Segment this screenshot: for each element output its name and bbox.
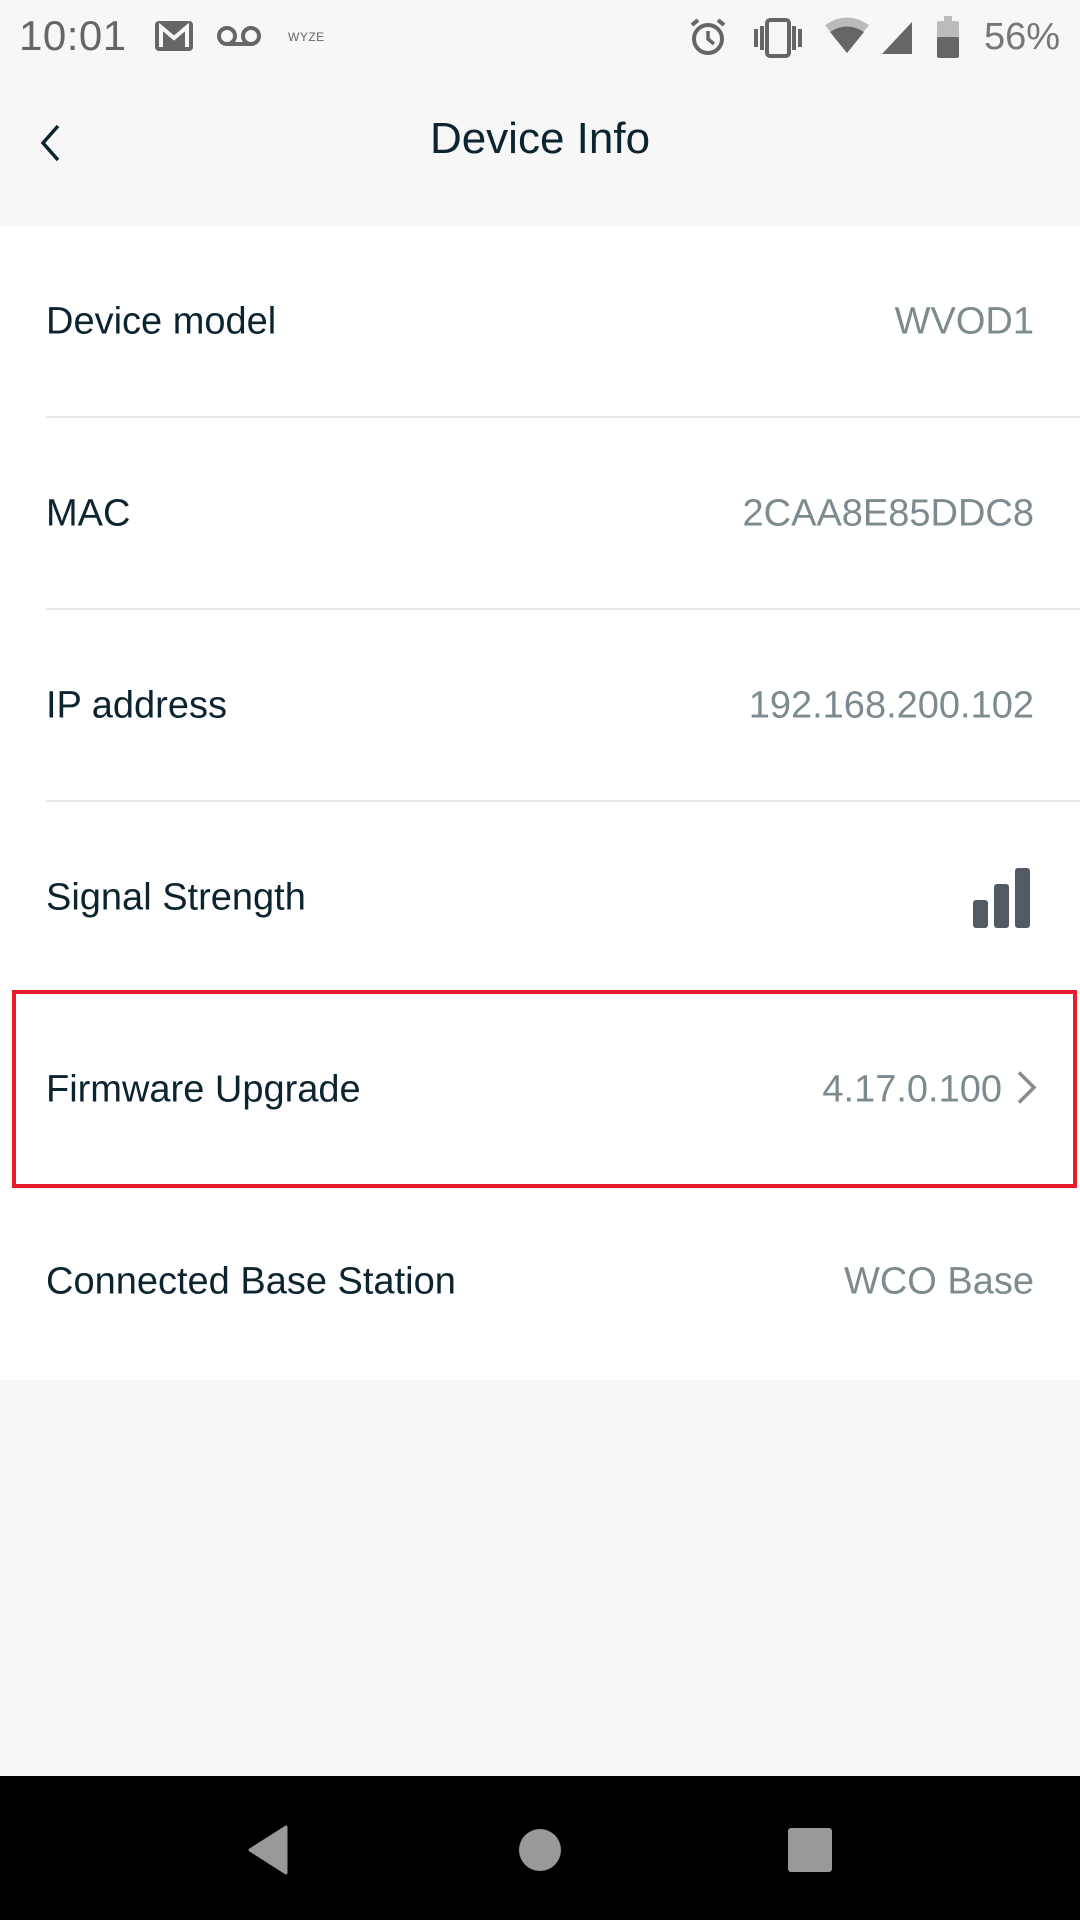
row-label: Firmware Upgrade [46, 1068, 361, 1111]
page-title: Device Info [429, 114, 651, 163]
voicemail-icon [216, 24, 262, 55]
wyze-icon: WYZE [288, 30, 325, 44]
row-value: 192.168.200.102 [748, 684, 1034, 727]
signal-strength-icon [973, 868, 1030, 928]
row-ip-address: IP address 192.168.200.102 [0, 610, 1080, 802]
signal-bar [1015, 868, 1030, 928]
nav-back-button[interactable] [228, 1812, 308, 1892]
row-label: IP address [46, 684, 227, 727]
alarm-icon [688, 16, 728, 63]
row-connected-base-station: Connected Base Station WCO Base [0, 1186, 1080, 1378]
row-device-model: Device model WVOD1 [0, 226, 1080, 418]
navigation-bar [0, 1776, 1080, 1920]
row-value: 4.17.0.100 [822, 1068, 1002, 1111]
chevron-right-icon [1016, 1070, 1038, 1111]
nav-back-icon [246, 1825, 290, 1880]
status-bar: 10:01 WYZE 56% [0, 0, 1080, 78]
row-label: MAC [46, 492, 131, 535]
firmware-value: 4.17.0.100 [822, 1069, 1038, 1112]
row-label: Signal Strength [46, 876, 306, 919]
cell-signal-icon [880, 20, 914, 61]
gmail-icon [155, 21, 193, 51]
status-time: 10:01 [19, 12, 127, 59]
row-value: 2CAA8E85DDC8 [742, 492, 1034, 535]
row-signal-strength: Signal Strength [0, 802, 1080, 994]
row-value: WCO Base [843, 1260, 1034, 1303]
device-info-list: Device model WVOD1 MAC 2CAA8E85DDC8 IP a… [0, 226, 1080, 1380]
signal-bar [994, 884, 1009, 928]
row-label: Device model [46, 300, 277, 343]
wifi-icon [824, 16, 870, 61]
nav-recents-icon [787, 1827, 833, 1878]
nav-home-icon [518, 1828, 562, 1877]
signal-bar [973, 900, 988, 928]
vibrate-icon [752, 18, 804, 63]
row-label: Connected Base Station [46, 1260, 456, 1303]
battery-percent: 56% [984, 16, 1061, 58]
row-mac: MAC 2CAA8E85DDC8 [0, 418, 1080, 610]
nav-recents-button[interactable] [770, 1812, 850, 1892]
app-header: Device Info [0, 78, 1080, 226]
nav-home-button[interactable] [500, 1812, 580, 1892]
battery-icon [936, 16, 960, 63]
row-value: WVOD1 [894, 300, 1034, 343]
row-firmware-upgrade[interactable]: Firmware Upgrade 4.17.0.100 [0, 994, 1080, 1186]
